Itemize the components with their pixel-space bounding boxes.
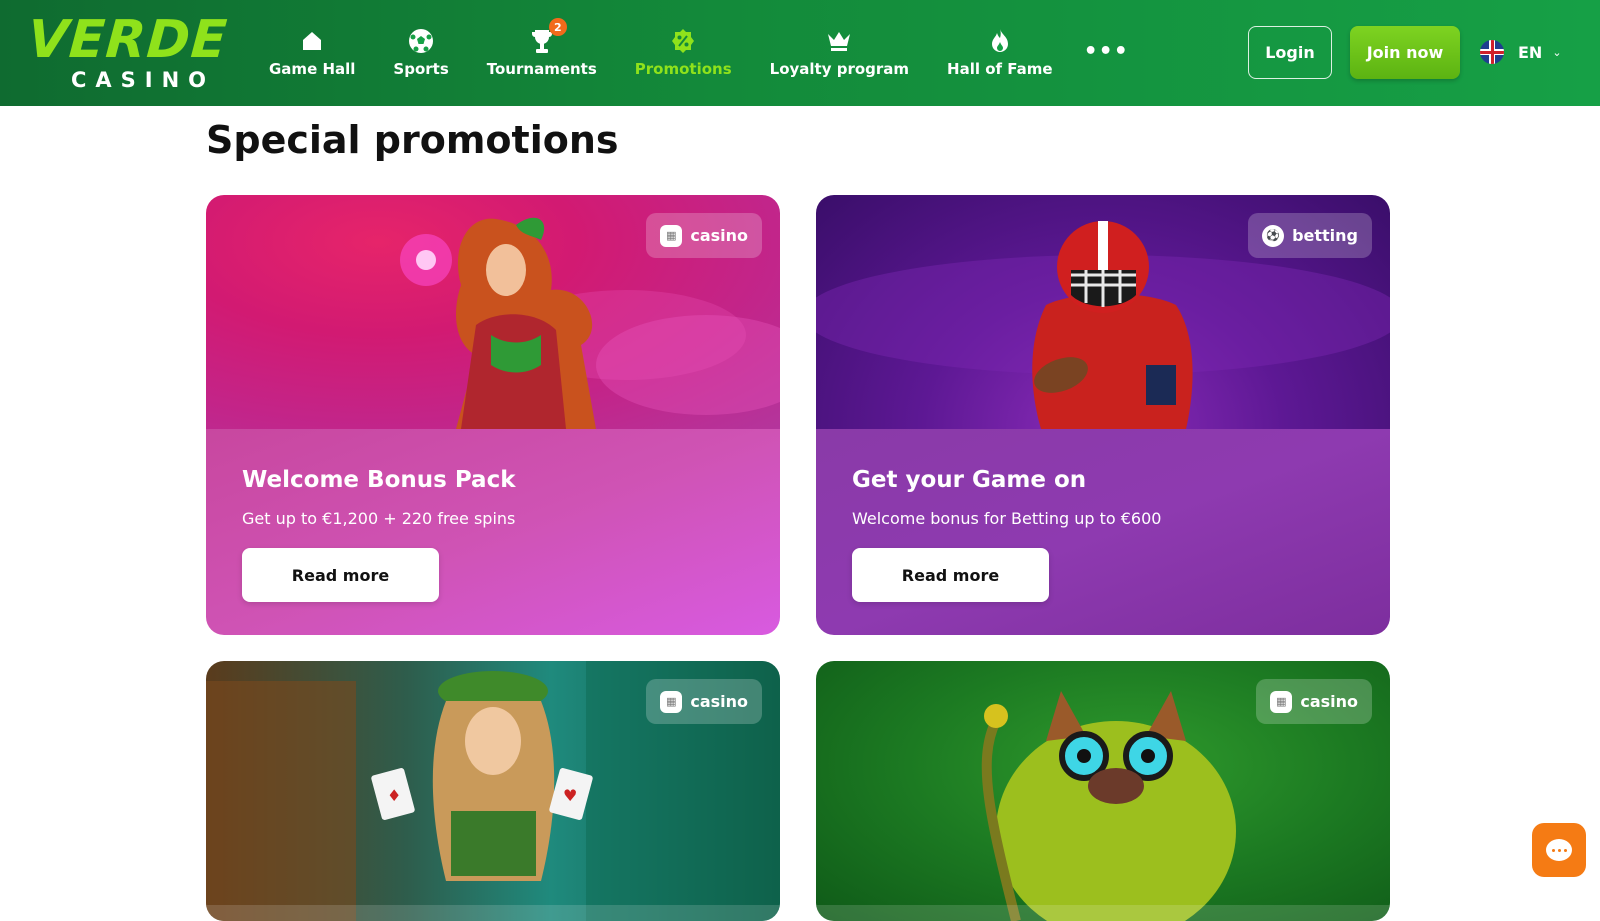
promo-card-jungle-monster[interactable]: ▦ casino [816,661,1390,921]
promo-image-monster: ▦ casino [816,661,1390,921]
chevron-down-icon: ⌄ [1552,45,1562,59]
more-menu-button[interactable]: ••• [1072,0,1141,106]
promo-card-body: Get your Game on Welcome bonus for Betti… [816,429,1390,635]
promo-card-forest-queen[interactable]: ♦ ♥ ▦ casino [206,661,780,921]
nav-item-tournaments[interactable]: 2 Tournaments [468,0,616,106]
promo-subtitle: Get up to €1,200 + 220 free spins [242,509,516,528]
promo-card-welcome-bonus[interactable]: ▦ casino Welcome Bonus Pack Get up to €1… [206,195,780,635]
promo-card-body: Welcome Bonus Pack Get up to €1,200 + 22… [206,429,780,635]
language-selector[interactable]: EN ⌄ [1480,38,1562,66]
read-more-button[interactable]: Read more [242,548,439,602]
promo-card-betting-bonus[interactable]: ⚽ betting Get your Game on Welcome bonus… [816,195,1390,635]
tag-label: casino [690,692,748,711]
nav-label: Sports [393,60,449,78]
promo-image-forest-woman: ♦ ♥ ▦ casino [206,661,780,921]
card-body-edge [816,905,1390,921]
logo-wordmark: VERDE [25,10,230,70]
nav-item-hall-of-fame[interactable]: Hall of Fame [928,0,1072,106]
chat-bubble-icon [1546,839,1572,861]
home-icon [299,28,325,54]
promo-image-football-player: ⚽ betting [816,195,1390,429]
main-nav: Game Hall Sports 2 Tournaments Promotion… [250,0,1141,106]
top-header: VERDE CASINO Game Hall Sports 2 Tourname… [0,0,1600,106]
tag-label: casino [1300,692,1358,711]
nav-item-loyalty-program[interactable]: Loyalty program [751,0,928,106]
tag-label: betting [1292,226,1358,245]
tag-label: casino [690,226,748,245]
login-button[interactable]: Login [1248,26,1332,79]
read-more-button[interactable]: Read more [852,548,1049,602]
slot-machine-icon: ▦ [660,224,683,247]
nav-label: Game Hall [269,60,356,78]
trophy-icon: 2 [529,18,567,54]
discount-icon [670,28,696,54]
logo-subtitle: CASINO [70,68,216,92]
nav-label: Loyalty program [769,60,910,78]
slot-machine-icon: ▦ [1270,690,1293,713]
join-now-button[interactable]: Join now [1350,26,1460,79]
category-tag: ⚽ betting [1248,213,1372,258]
card-body-edge [206,905,780,921]
page-title: Special promotions [206,118,619,162]
nav-label: Tournaments [486,60,597,78]
nav-item-promotions[interactable]: Promotions [616,0,751,106]
svg-text:♥: ♥ [563,786,577,805]
soccer-ball-icon: ⚽ [1262,224,1285,247]
promo-subtitle: Welcome bonus for Betting up to €600 [852,509,1162,528]
uk-flag-icon [1480,40,1504,64]
verde-casino-logo[interactable]: VERDE CASINO [25,10,244,94]
nav-label: Promotions [634,60,732,78]
category-tag: ▦ casino [646,213,762,258]
category-tag: ▦ casino [646,679,762,724]
nav-label: Hall of Fame [947,60,1053,78]
flame-icon [987,28,1013,54]
promo-title: Welcome Bonus Pack [242,467,516,493]
promo-image-elf: ▦ casino [206,195,780,429]
svg-text:♦: ♦ [387,786,401,805]
nav-item-game-hall[interactable]: Game Hall [250,0,374,106]
tournaments-badge: 2 [548,18,567,36]
language-code: EN [1518,42,1543,62]
category-tag: ▦ casino [1256,679,1372,724]
promo-title: Get your Game on [852,467,1087,493]
soccer-ball-icon [408,28,434,54]
nav-item-sports[interactable]: Sports [374,0,467,106]
slot-machine-icon: ▦ [660,690,683,713]
crown-icon [826,28,852,54]
live-chat-button[interactable] [1532,823,1586,877]
